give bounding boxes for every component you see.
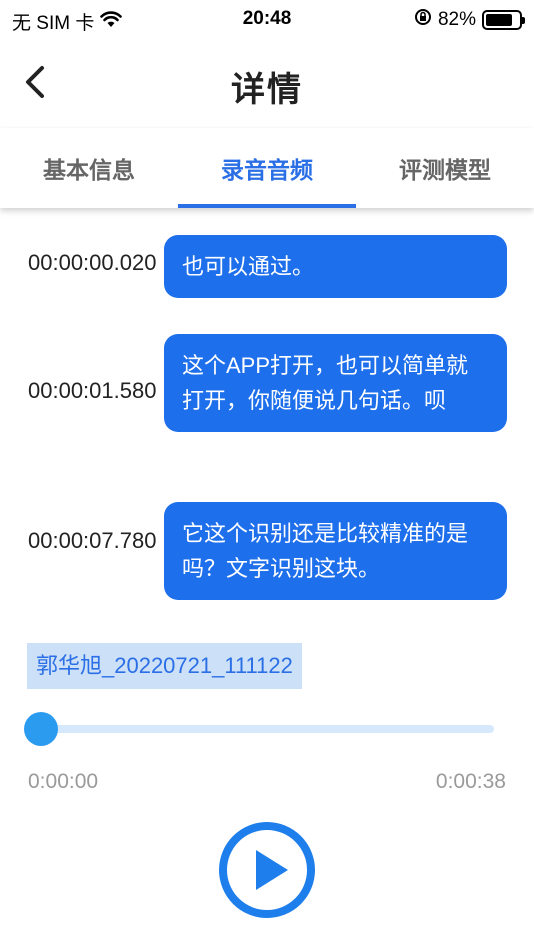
orientation-lock-icon bbox=[414, 8, 432, 32]
tab-bar: 基本信息 录音音频 评测模型 bbox=[0, 128, 534, 208]
tab-evaluation-model[interactable]: 评测模型 bbox=[356, 128, 534, 208]
tab-label: 评测模型 bbox=[399, 157, 491, 183]
message-timestamp: 00:00:07.780 bbox=[28, 528, 157, 553]
audio-progress-thumb[interactable] bbox=[24, 712, 58, 746]
audio-file-name: 郭华旭_20220721_111122 bbox=[27, 643, 302, 689]
message-timestamp: 00:00:01.580 bbox=[28, 378, 157, 403]
play-icon bbox=[219, 822, 315, 918]
play-button[interactable] bbox=[218, 821, 316, 919]
current-time: 0:00:00 bbox=[28, 770, 99, 793]
status-bar: 无 SIM 卡 20:48 82% bbox=[0, 0, 534, 38]
message-timestamp: 00:00:00.020 bbox=[28, 250, 157, 275]
battery-percent: 82% bbox=[437, 9, 476, 30]
tab-label: 基本信息 bbox=[43, 157, 135, 183]
status-right: 82% bbox=[414, 8, 525, 32]
tab-label: 录音音频 bbox=[221, 157, 313, 183]
total-duration: 0:00:38 bbox=[435, 770, 506, 793]
tab-basic-info[interactable]: 基本信息 bbox=[0, 128, 178, 208]
nav-bar: 详情 bbox=[0, 38, 534, 128]
audio-progress-track[interactable] bbox=[40, 725, 494, 733]
battery-level bbox=[486, 14, 513, 26]
battery-icon bbox=[482, 10, 525, 30]
page-title: 详情 bbox=[231, 71, 303, 109]
tab-recording-audio[interactable]: 录音音频 bbox=[178, 128, 356, 208]
message-bubble: 它这个识别还是比较精准的是吗？文字识别这块。 bbox=[164, 502, 507, 600]
message-bubble: 也可以通过。 bbox=[164, 235, 507, 298]
message-bubble: 这个APP打开，也可以简单就打开，你随便说几句话。呗 bbox=[164, 334, 507, 432]
active-tab-indicator bbox=[178, 204, 356, 208]
detail-screen: 无 SIM 卡 20:48 82% 详情 基本信息 录音音频 评测模型 00:0… bbox=[0, 0, 534, 950]
